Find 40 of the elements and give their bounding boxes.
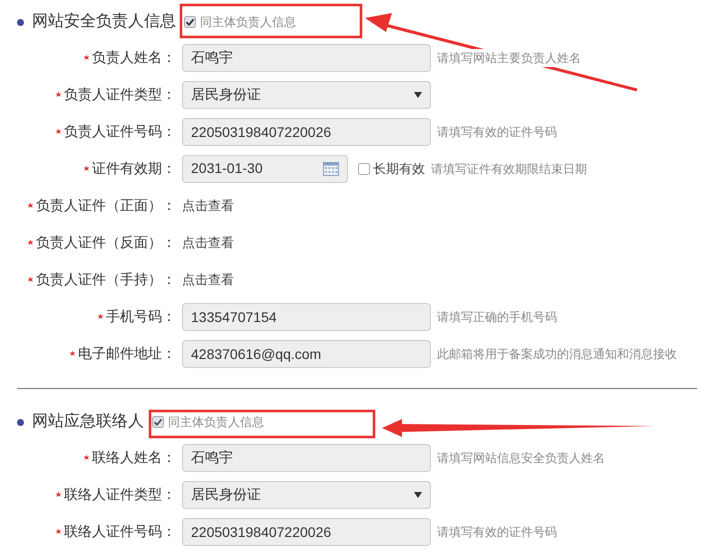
input-field[interactable]: 石鸣宇 (182, 444, 431, 472)
view-link[interactable]: 点击查看 (182, 196, 234, 216)
view-link[interactable]: 点击查看 (182, 270, 234, 290)
caret-icon (414, 492, 422, 498)
field-label: 联络人证件类型： (64, 485, 176, 504)
checkbox[interactable] (358, 162, 370, 174)
field-label: 联络人姓名： (92, 448, 176, 467)
input-field[interactable]: 220503198407220026 (182, 518, 431, 546)
field-label: 负责人证件（正面）： (36, 196, 176, 215)
calendar-icon (323, 160, 339, 176)
hint-text: 请填写网站信息安全负责人姓名 (437, 448, 605, 466)
input-field[interactable]: 428370616@qq.com (182, 340, 431, 368)
section-title: 网站应急联络人 (32, 412, 144, 432)
input-field[interactable]: 13354707154 (182, 302, 431, 330)
field-label: 负责人证件（手持）： (36, 270, 176, 289)
field-label: 负责人证件号码： (64, 122, 176, 141)
select-field[interactable]: 居民身份证 (182, 80, 431, 108)
input-field[interactable]: 石鸣宇 (182, 44, 431, 72)
field-label: 手机号码： (106, 307, 176, 326)
input-field[interactable]: 220503198407220026 (182, 118, 431, 146)
field-label: 负责人证件（反面）： (36, 233, 176, 252)
checkbox-label: 长期有效 (373, 160, 425, 178)
hint-text: 请填写网站主要负责人姓名 (437, 48, 581, 66)
bullet-icon (17, 418, 24, 426)
field-label: 负责人证件类型： (64, 85, 176, 104)
select-field[interactable]: 居民身份证 (182, 480, 431, 508)
date-field[interactable]: 2031-01-30 (182, 154, 348, 182)
field-label: 证件有效期： (92, 159, 176, 178)
field-label: 联络人证件号码： (64, 522, 176, 541)
hint-text: 此邮箱将用于备案成功的消息通知和消息接收 (437, 344, 677, 362)
checkbox-label: 同主体负责人信息 (200, 14, 296, 31)
bullet-icon (17, 18, 24, 26)
view-link[interactable]: 点击查看 (182, 232, 234, 252)
checkbox[interactable] (184, 16, 196, 28)
field-label: 负责人姓名： (92, 48, 176, 67)
caret-icon (414, 92, 422, 98)
section-title: 网站安全负责人信息 (32, 12, 176, 32)
checkbox-label: 同主体负责人信息 (168, 414, 264, 431)
checkbox[interactable] (152, 416, 164, 428)
field-label: 电子邮件地址： (78, 344, 176, 363)
